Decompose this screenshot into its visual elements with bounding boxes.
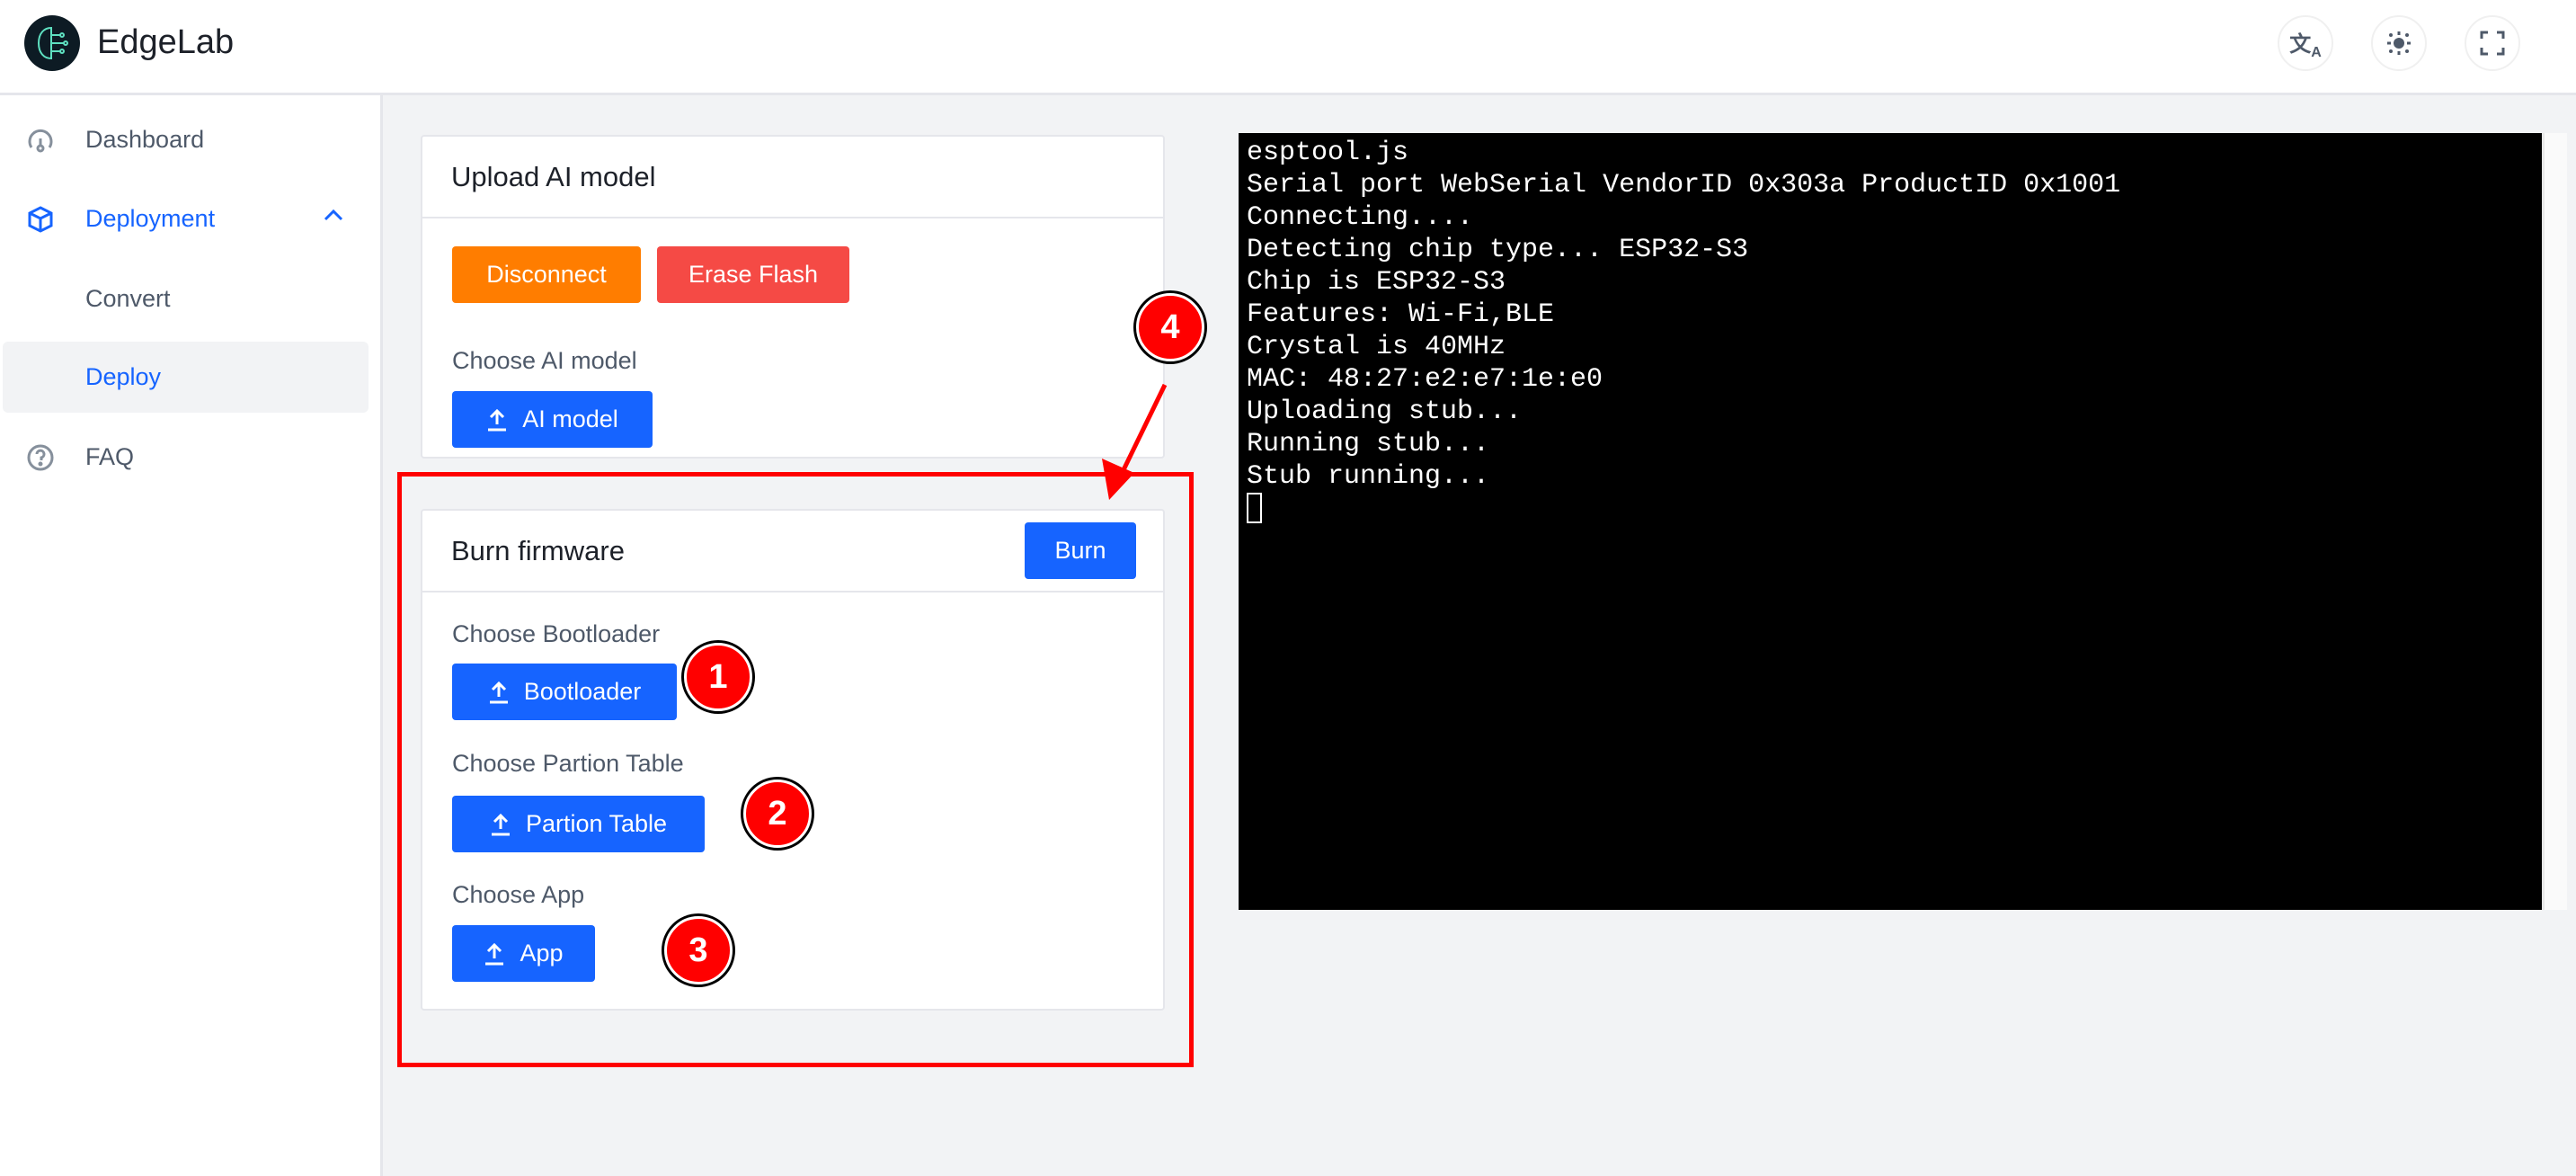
terminal-line: Crystal is 40MHz bbox=[1247, 332, 1506, 362]
terminal-line: Connecting.... bbox=[1247, 202, 1474, 233]
terminal-line: Chip is ESP32-S3 bbox=[1247, 267, 1506, 298]
terminal-output[interactable]: esptool.js Serial port WebSerial VendorID… bbox=[1239, 133, 2542, 910]
terminal-line: Stub running... bbox=[1247, 461, 1490, 492]
annotation-badge-4: 4 bbox=[1136, 293, 1204, 361]
annotation-badge-3: 3 bbox=[664, 916, 733, 984]
terminal-line: Uploading stub... bbox=[1247, 396, 1523, 427]
terminal-line: Running stub... bbox=[1247, 429, 1490, 459]
annotation-badge-2: 2 bbox=[743, 780, 812, 848]
terminal-line: esptool.js bbox=[1247, 138, 1409, 168]
terminal-cursor bbox=[1247, 493, 1262, 523]
annotation-badge-1: 1 bbox=[684, 643, 752, 711]
terminal-scrollbar[interactable] bbox=[2542, 133, 2567, 910]
terminal-line: Features: Wi-Fi,BLE bbox=[1247, 299, 1555, 330]
terminal-line: MAC: 48:27:e2:e7:1e:e0 bbox=[1247, 364, 1603, 395]
terminal-line: Detecting chip type... ESP32-S3 bbox=[1247, 235, 1749, 265]
terminal-line: Serial port WebSerial VendorID 0x303a Pr… bbox=[1247, 170, 2121, 200]
